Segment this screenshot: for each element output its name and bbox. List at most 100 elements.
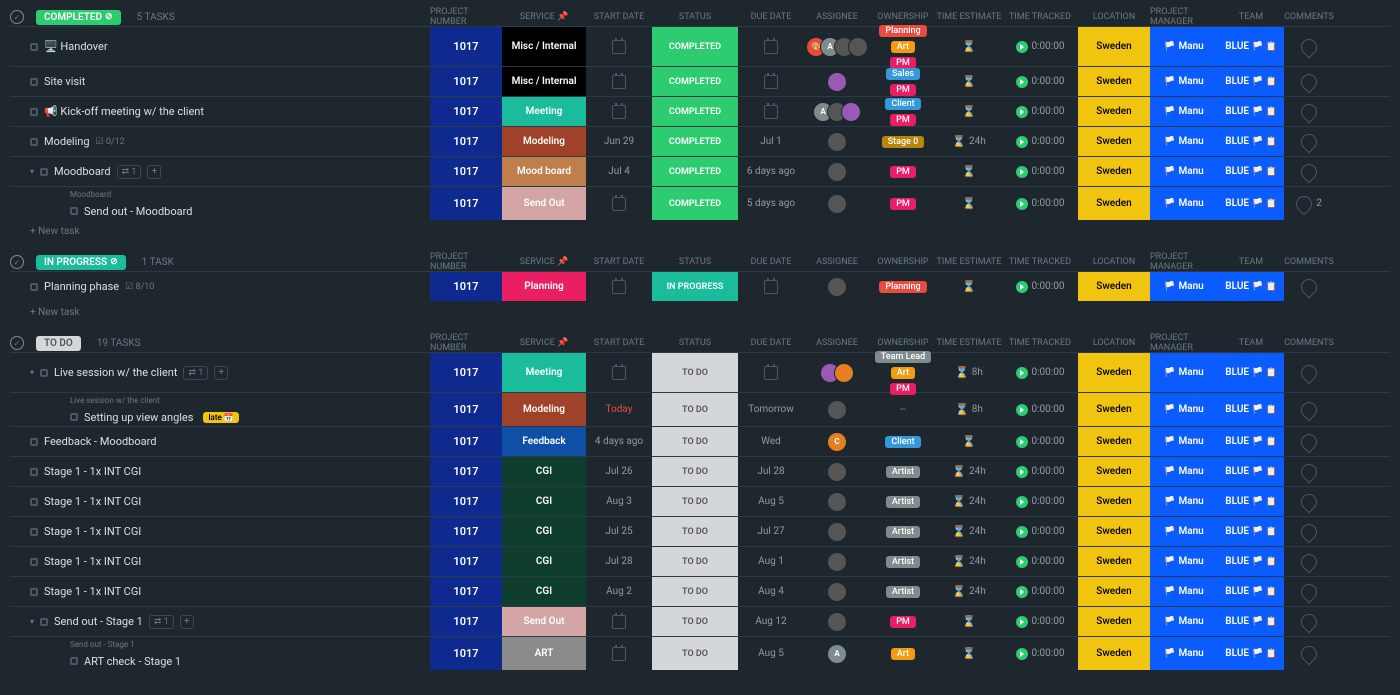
ownership-cell[interactable]: Artist xyxy=(870,457,936,486)
assignee-avatars[interactable] xyxy=(827,522,847,542)
ownership-cell[interactable]: PM xyxy=(870,607,936,636)
due-date[interactable]: Tomorrow xyxy=(738,393,804,426)
assignee-cell[interactable] xyxy=(804,127,870,156)
column-header[interactable]: PROJECT MANAGER xyxy=(1150,7,1218,27)
column-header[interactable]: SERVICE 📌 xyxy=(502,257,586,267)
ownership-cell[interactable]: Client xyxy=(870,427,936,456)
task-row[interactable]: ▾Moodboard⇄ 1+1017Mood boardJul 4COMPLET… xyxy=(10,156,1390,186)
play-icon[interactable] xyxy=(1016,556,1028,568)
ownership-cell[interactable]: Artist xyxy=(870,487,936,516)
time-estimate[interactable]: ⌛ xyxy=(936,27,1002,66)
comments-cell[interactable] xyxy=(1284,547,1334,576)
column-header[interactable]: STATUS xyxy=(652,257,738,267)
add-subtask-button[interactable]: + xyxy=(147,165,161,179)
assignee-avatars[interactable] xyxy=(827,400,847,420)
team-cell[interactable]: BLUE 🏳️ 📋 xyxy=(1218,517,1284,546)
task-status-dot[interactable] xyxy=(30,43,38,51)
task-name-cell[interactable]: 🖥️ Handover xyxy=(10,27,430,66)
group-status-pill[interactable]: IN PROGRESS ⊘ xyxy=(36,255,126,270)
status-cell[interactable]: COMPLETED xyxy=(652,27,738,66)
play-icon[interactable] xyxy=(1016,136,1028,148)
column-header[interactable]: TEAM xyxy=(1218,257,1284,267)
task-status-dot[interactable] xyxy=(30,438,38,446)
task-status-dot[interactable] xyxy=(30,78,38,86)
comments-cell[interactable] xyxy=(1284,457,1334,486)
project-number[interactable]: 1017 xyxy=(430,393,502,426)
service-cell[interactable]: Meeting xyxy=(502,353,586,392)
due-date[interactable]: Jul 28 xyxy=(738,457,804,486)
assignee-avatars[interactable] xyxy=(827,582,847,602)
ownership-cell[interactable]: Artist xyxy=(870,577,936,606)
column-header[interactable]: PROJECT MANAGER xyxy=(1150,333,1218,353)
project-number[interactable]: 1017 xyxy=(430,353,502,392)
play-icon[interactable] xyxy=(1016,367,1028,379)
column-header[interactable]: OWNERSHIP xyxy=(870,257,936,267)
team-cell[interactable]: BLUE 🏳️ 📋 xyxy=(1218,272,1284,301)
location-cell[interactable]: Sweden xyxy=(1078,157,1150,186)
team-cell[interactable]: BLUE 🏳️ 📋 xyxy=(1218,67,1284,96)
column-header[interactable]: OWNERSHIP xyxy=(870,338,936,348)
status-cell[interactable]: TO DO xyxy=(652,607,738,636)
comments-cell[interactable] xyxy=(1284,393,1334,426)
task-status-dot[interactable] xyxy=(40,369,48,377)
time-tracked[interactable]: 0:00:00 xyxy=(1002,637,1078,670)
column-header[interactable]: START DATE xyxy=(586,338,652,348)
task-status-dot[interactable] xyxy=(30,558,38,566)
play-icon[interactable] xyxy=(1016,496,1028,508)
service-cell[interactable]: Meeting xyxy=(502,97,586,126)
play-icon[interactable] xyxy=(1016,526,1028,538)
pm-cell[interactable]: 🏳️Manu xyxy=(1150,547,1218,576)
task-status-dot[interactable] xyxy=(30,138,38,146)
task-status-dot[interactable] xyxy=(30,468,38,476)
pm-cell[interactable]: 🏳️Manu xyxy=(1150,577,1218,606)
assignee-avatars[interactable] xyxy=(827,492,847,512)
project-number[interactable]: 1017 xyxy=(430,157,502,186)
time-estimate[interactable]: ⌛24h xyxy=(936,547,1002,576)
assignee-avatars[interactable] xyxy=(820,363,854,383)
time-estimate[interactable]: ⌛24h xyxy=(936,487,1002,516)
project-number[interactable]: 1017 xyxy=(430,637,502,670)
time-tracked[interactable]: 0:00:00 xyxy=(1002,27,1078,66)
pm-cell[interactable]: 🏳️Manu xyxy=(1150,157,1218,186)
assignee-avatars[interactable] xyxy=(827,162,847,182)
task-row[interactable]: Stage 1 - 1x INT CGI1017CGIJul 25TO DOJu… xyxy=(10,516,1390,546)
task-row[interactable]: 📢 Kick-off meeting w/ the client1017Meet… xyxy=(10,96,1390,126)
task-row[interactable]: Stage 1 - 1x INT CGI1017CGIAug 2TO DOAug… xyxy=(10,576,1390,606)
time-tracked[interactable]: 0:00:00 xyxy=(1002,67,1078,96)
time-tracked[interactable]: 0:00:00 xyxy=(1002,127,1078,156)
status-cell[interactable]: COMPLETED xyxy=(652,67,738,96)
add-subtask-button[interactable]: + xyxy=(180,615,194,629)
service-cell[interactable]: CGI xyxy=(502,517,586,546)
column-header[interactable]: PROJECT NUMBER xyxy=(430,252,502,272)
pm-cell[interactable]: 🏳️Manu xyxy=(1150,67,1218,96)
task-name-cell[interactable]: 📢 Kick-off meeting w/ the client xyxy=(10,97,430,126)
assignee-cell[interactable] xyxy=(804,187,870,220)
start-date[interactable]: Jul 25 xyxy=(586,517,652,546)
assignee-cell[interactable] xyxy=(804,272,870,301)
assignee-cell[interactable]: C xyxy=(804,427,870,456)
task-status-dot[interactable] xyxy=(70,207,78,215)
column-header[interactable]: COMMENTS xyxy=(1284,12,1334,22)
start-date[interactable] xyxy=(586,607,652,636)
task-name-cell[interactable]: Planning phase☑ 8/10 xyxy=(10,272,430,301)
new-task-button[interactable]: + New task xyxy=(10,220,1390,243)
status-cell[interactable]: TO DO xyxy=(652,427,738,456)
status-cell[interactable]: TO DO xyxy=(652,577,738,606)
task-status-dot[interactable] xyxy=(40,618,48,626)
status-cell[interactable]: COMPLETED xyxy=(652,97,738,126)
project-number[interactable]: 1017 xyxy=(430,427,502,456)
column-header[interactable]: TEAM xyxy=(1218,338,1284,348)
task-row[interactable]: Stage 1 - 1x INT CGI1017CGIJul 28TO DOAu… xyxy=(10,546,1390,576)
assignee-avatars[interactable]: 🎨A xyxy=(806,37,868,57)
time-tracked[interactable]: 0:00:00 xyxy=(1002,457,1078,486)
assignee-cell[interactable]: 🎨A xyxy=(804,27,870,66)
location-cell[interactable]: Sweden xyxy=(1078,577,1150,606)
service-cell[interactable]: CGI xyxy=(502,577,586,606)
column-header[interactable]: PROJECT NUMBER xyxy=(430,7,502,27)
time-tracked[interactable]: 0:00:00 xyxy=(1002,547,1078,576)
time-tracked[interactable]: 0:00:00 xyxy=(1002,517,1078,546)
task-row[interactable]: MoodboardSend out - Moodboard1017Send Ou… xyxy=(10,186,1390,220)
service-cell[interactable]: Planning xyxy=(502,272,586,301)
task-row[interactable]: 🖥️ Handover1017Misc / InternalCOMPLETED🎨… xyxy=(10,26,1390,66)
pm-cell[interactable]: 🏳️Manu xyxy=(1150,187,1218,220)
